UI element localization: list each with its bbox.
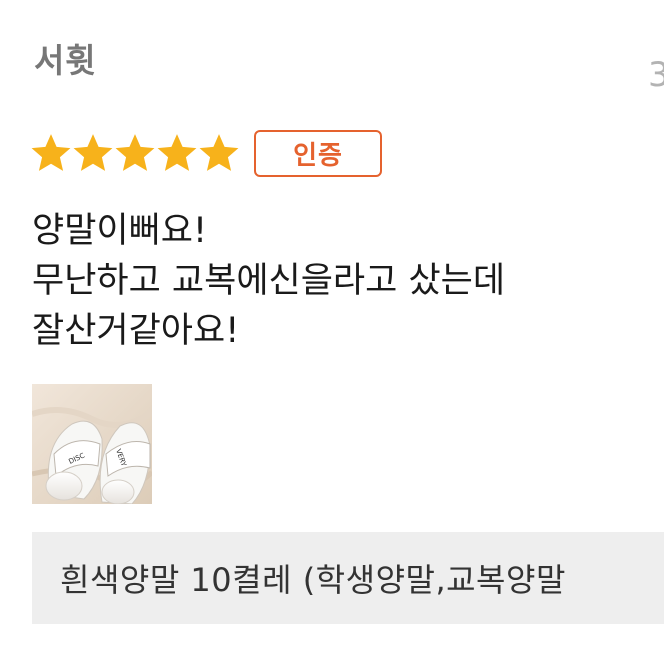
- review-date: 3: [648, 55, 664, 95]
- review-photo-thumbnail[interactable]: DISC VERY: [32, 384, 152, 504]
- slippers-socks-photo: DISC VERY: [32, 384, 152, 504]
- review-body-line: 잘산거같아요!: [32, 311, 240, 351]
- review-body-line: 양말이뻐요!: [32, 211, 208, 251]
- rating-row: 인증: [30, 128, 382, 178]
- star-icon: [73, 134, 113, 171]
- review-card: 서휫 3 인증 양말이뻐요! 무난하고 교복에신을라고 샀는데 잘산거같아요!: [0, 0, 664, 664]
- product-link[interactable]: 흰색양말 10켤레 (학생양말,교복양말: [32, 532, 664, 624]
- star-icon: [115, 134, 155, 171]
- star-icon: [31, 134, 71, 171]
- review-body: 양말이뻐요! 무난하고 교복에신을라고 샀는데 잘산거같아요!: [32, 206, 652, 356]
- review-body-line: 무난하고 교복에신을라고 샀는데: [32, 261, 506, 301]
- star-rating: [30, 132, 240, 174]
- verified-badge: 인증: [254, 129, 382, 177]
- reviewer-name: 서휫: [34, 41, 97, 80]
- star-icon: [199, 134, 239, 171]
- product-name: 흰색양말 10켤레 (학생양말,교복양말: [60, 561, 566, 599]
- star-icon: [157, 134, 197, 171]
